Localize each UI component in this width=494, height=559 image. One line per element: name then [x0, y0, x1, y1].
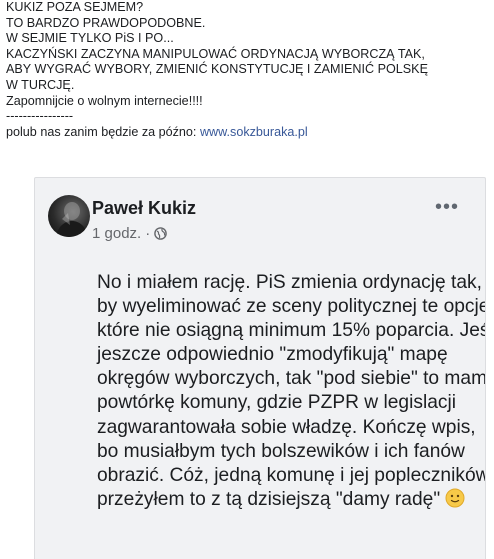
- body-line: przeżyłem to z tą dzisiejszą "damy radę": [97, 488, 441, 510]
- post-text: KUKIZ POZA SEJMEM? TO BARDZO PRAWDOPODOB…: [6, 0, 488, 140]
- post-time[interactable]: 1 godz.: [92, 225, 141, 242]
- body-line: które nie osiągną minimum 15% poparcia. …: [97, 320, 486, 342]
- post-line: W SEJMIE TYLKO PiS I PO...: [6, 31, 174, 46]
- avatar[interactable]: [48, 195, 90, 237]
- post-meta: 1 godz. ·: [92, 225, 168, 242]
- author-name[interactable]: Paweł Kukiz: [92, 198, 196, 219]
- post-body: No i miałem rację. PiS zmienia ordynację…: [97, 271, 486, 512]
- body-line: by wyeliminować ze sceny politycznej te …: [97, 296, 486, 318]
- meta-separator: ·: [145, 225, 151, 242]
- body-line-last: przeżyłem to z tą dzisiejszą "damy radę": [97, 488, 485, 512]
- body-line: okręgów wyborczych, tak "pod siebie" to …: [97, 368, 486, 390]
- post-line: KACZYŃSKI ZACZYNA MANIPULOWAĆ ORDYNACJĄ …: [6, 46, 425, 61]
- shared-post-card[interactable]: Paweł Kukiz 1 godz. · ••• No i miałem ra…: [34, 177, 486, 559]
- smiley-emoji-icon: [445, 488, 465, 508]
- globe-icon: [154, 227, 168, 240]
- post-line: ----------------: [6, 109, 74, 124]
- post-line: Zapomnijcie o wolnym internecie!!!!: [6, 93, 203, 108]
- body-line: zagwarantowała sobie władzę. Kończę wpis…: [97, 416, 476, 438]
- post-line: W TURCJĘ.: [6, 77, 75, 92]
- body-line: obrazić. Cóż, jedną komunę i jej poplecz…: [97, 464, 486, 486]
- more-options-icon[interactable]: •••: [435, 196, 459, 219]
- post-line: KUKIZ POZA SEJMEM?: [6, 0, 144, 14]
- body-line: powtórkę komuny, gdzie PZPR w legislacji: [97, 392, 457, 414]
- body-line: bo musiałbym tych bolszewików i ich fanó…: [97, 440, 465, 462]
- cta-text: polub nas zanim będzie za późno:: [6, 124, 200, 139]
- body-line: jeszcze odpowiednio "zmodyfikują" mapę: [97, 344, 448, 366]
- website-link[interactable]: www.sokzburaka.pl: [200, 125, 308, 139]
- body-line: No i miałem rację. PiS zmienia ordynację…: [97, 272, 482, 293]
- cta-line: polub nas zanim będzie za późno: www.sok…: [6, 125, 488, 141]
- post-line: ABY WYGRAĆ WYBORY, ZMIENIĆ KONSTYTUCJĘ I…: [6, 62, 428, 77]
- post-line: TO BARDZO PRAWDOPODOBNE.: [6, 15, 206, 30]
